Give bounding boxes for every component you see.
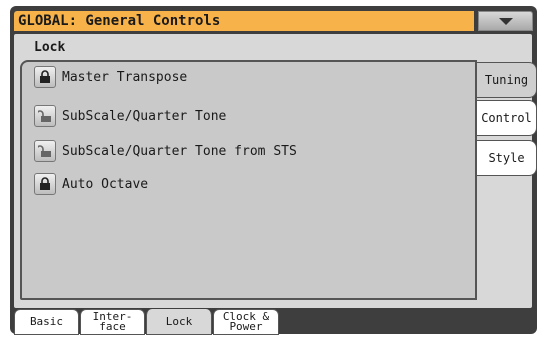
- lock-row-label: SubScale/Quarter Tone: [62, 108, 227, 124]
- lock-row-label: Master Transpose: [62, 69, 188, 85]
- tab-tuning[interactable]: Tuning: [476, 62, 537, 98]
- section-label-lock: Lock: [34, 40, 66, 55]
- lock-row-subscale-sts[interactable]: SubScale/Quarter Tone from STS: [34, 140, 297, 162]
- lock-closed-icon[interactable]: [34, 173, 56, 195]
- tab-clock-power[interactable]: Clock & Power: [213, 309, 279, 335]
- tab-label: Control: [481, 111, 532, 125]
- lock-row-auto-octave[interactable]: Auto Octave: [34, 173, 148, 195]
- chevron-down-icon: [499, 18, 513, 25]
- tab-control[interactable]: Control: [476, 100, 537, 136]
- tab-label-line2: Power: [229, 320, 263, 333]
- tab-basic[interactable]: Basic: [14, 309, 79, 335]
- tab-interface[interactable]: Inter- face: [80, 309, 145, 335]
- lock-row-master-transpose[interactable]: Master Transpose: [34, 66, 187, 88]
- page-title: GLOBAL: General Controls: [14, 11, 474, 31]
- lock-open-icon[interactable]: [34, 105, 56, 127]
- lock-row-subscale-quarter-tone[interactable]: SubScale/Quarter Tone: [34, 105, 226, 127]
- lock-row-label: Auto Octave: [62, 176, 149, 192]
- tab-label-line2: face: [99, 320, 126, 333]
- tab-lock[interactable]: Lock: [146, 309, 212, 335]
- tab-label: Lock: [165, 314, 193, 328]
- page-menu-button[interactable]: [478, 11, 533, 31]
- lock-row-label: SubScale/Quarter Tone from STS: [62, 143, 297, 159]
- lock-closed-icon[interactable]: [34, 66, 56, 88]
- tab-style[interactable]: Style: [476, 140, 537, 176]
- lock-open-icon[interactable]: [34, 140, 56, 162]
- tab-label: Style: [488, 151, 525, 165]
- tab-label: Tuning: [484, 73, 529, 87]
- tab-label: Basic: [29, 315, 64, 328]
